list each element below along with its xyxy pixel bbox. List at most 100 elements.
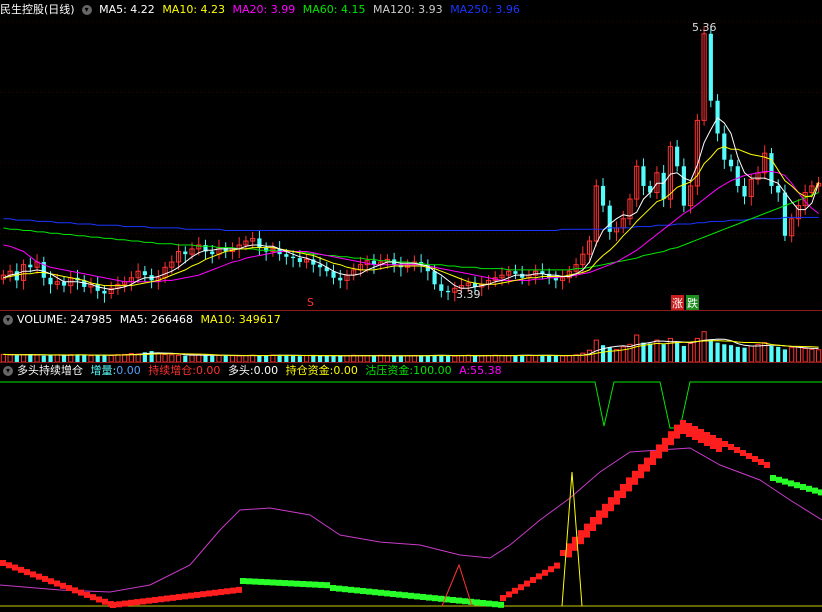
volume-bar: [809, 348, 815, 362]
volume-bar: [742, 347, 747, 362]
volume-bar: [34, 354, 40, 362]
price-header: 民生控股(日线) ▾ MA5: 4.22 MA10: 4.23 MA20: 3.9…: [0, 1, 524, 19]
holding-step: [644, 457, 650, 472]
volume-bar: [419, 355, 424, 362]
holding-step: [686, 423, 692, 437]
holding-step: [312, 581, 318, 588]
holding-step: [776, 476, 782, 483]
holding-step: [90, 594, 96, 601]
holding-step: [372, 589, 378, 596]
holding-step: [66, 585, 72, 592]
holding-step: [536, 573, 542, 580]
holding-step: [408, 592, 414, 599]
holding-step: [72, 587, 78, 594]
ma120-label: MA120: 3.93: [372, 3, 443, 16]
volume-panel[interactable]: [0, 328, 822, 362]
candle-body: [648, 185, 653, 193]
holding-step: [662, 437, 668, 452]
volume-bar: [776, 346, 781, 362]
holding-step: [692, 426, 698, 440]
collapse-icon[interactable]: ▾: [81, 5, 92, 15]
holding-step: [236, 586, 242, 593]
a-label: A:: [459, 364, 471, 377]
collapse-icon[interactable]: ▾: [3, 315, 13, 325]
holding-step: [42, 575, 48, 582]
holding-step: [560, 550, 566, 556]
holding-step: [194, 591, 200, 598]
holding-step: [542, 569, 548, 576]
ma10-label: MA10: 4.23: [162, 3, 226, 16]
holding-step: [426, 594, 432, 601]
gy-signal-line: [0, 381, 822, 429]
signal-s-marker: S: [307, 296, 314, 309]
holding-step: [146, 597, 152, 604]
holding-step: [456, 597, 462, 604]
holding-step: [12, 564, 18, 571]
holding-step: [170, 594, 176, 601]
holding-step: [548, 566, 554, 573]
holding-step: [584, 523, 590, 538]
holding-step: [764, 462, 770, 468]
holding-step: [0, 560, 6, 566]
volume-bar: [284, 355, 289, 362]
holding-step: [728, 444, 734, 450]
holding-step: [722, 441, 728, 447]
indicator-title: 多头持续增仓: [17, 364, 83, 377]
a-line: [0, 447, 822, 593]
holding-step: [614, 490, 620, 505]
holding-step: [128, 599, 134, 606]
holding-step: [512, 587, 518, 594]
holding-step: [812, 487, 818, 494]
cx-value: 0.00: [195, 364, 221, 377]
holding-step: [264, 579, 270, 586]
holding-step: [152, 596, 158, 603]
holding-step: [134, 599, 140, 606]
holding-step: [638, 464, 644, 479]
collapse-icon[interactable]: ▾: [3, 366, 13, 376]
volume-bar: [14, 355, 19, 362]
holding-step: [60, 582, 66, 589]
holding-step: [800, 484, 806, 490]
holding-step: [294, 580, 300, 587]
cc-value: 0.00: [333, 364, 358, 377]
candle-body: [728, 159, 734, 167]
a-value: 55.38: [470, 364, 502, 377]
volume-bar: [492, 354, 498, 362]
holding-step: [500, 595, 506, 601]
candle-body: [661, 172, 666, 200]
volume-bar: [68, 354, 74, 362]
volume-bar: [782, 349, 788, 362]
holding-step: [36, 573, 42, 580]
indicator-panel[interactable]: [0, 380, 822, 612]
holding-step: [158, 596, 164, 603]
volume-bar: [54, 354, 60, 362]
high-price-label: 5.36: [692, 21, 717, 34]
holding-step: [164, 595, 170, 602]
holding-step: [716, 438, 722, 452]
volume-bar: [223, 355, 228, 362]
holding-step: [48, 578, 54, 585]
holding-step: [122, 600, 128, 607]
price-panel[interactable]: [0, 18, 822, 310]
holding-step: [282, 580, 288, 587]
zl-value: 0.00: [116, 364, 141, 377]
holding-step: [710, 435, 716, 449]
holding-step: [530, 577, 536, 583]
holding-step: [30, 571, 36, 578]
holding-step: [270, 579, 276, 586]
volume-bar: [755, 343, 761, 362]
candle-body: [264, 247, 269, 252]
volume-bar: [311, 355, 316, 362]
candle-body: [317, 264, 323, 268]
volume-bar: [661, 344, 666, 362]
candle-body: [28, 264, 33, 268]
holding-step: [258, 578, 264, 585]
holding-step: [420, 594, 426, 600]
volume-bar: [351, 354, 357, 362]
holding-step: [782, 478, 788, 485]
holding-step: [806, 485, 812, 492]
volume-bar: [600, 345, 606, 362]
volume-bar: [586, 349, 593, 362]
volume-bar: [28, 354, 33, 362]
holding-step: [758, 459, 764, 465]
